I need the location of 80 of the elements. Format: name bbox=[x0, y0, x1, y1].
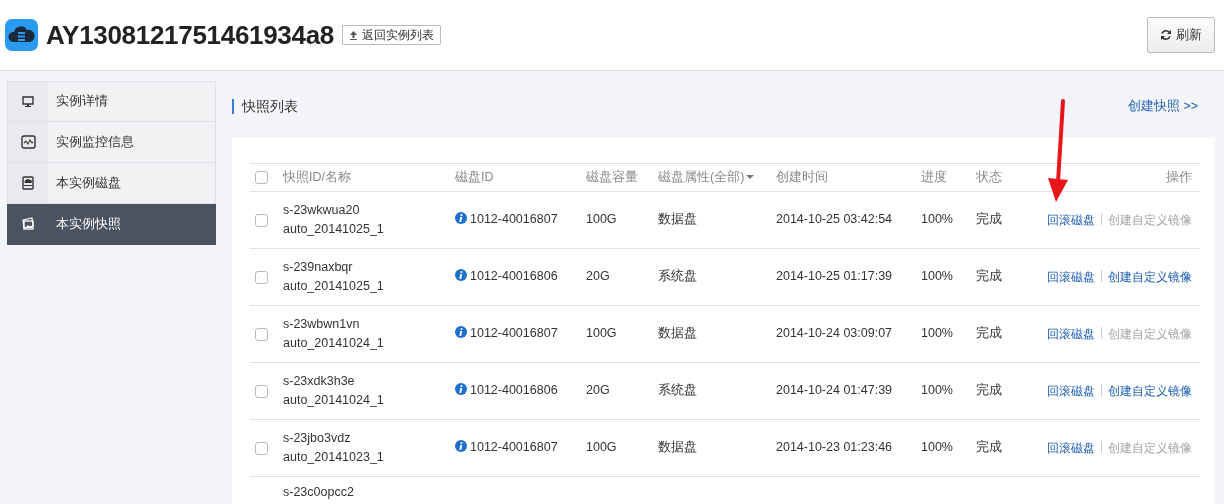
sidebar-item[interactable]: 实例详情 bbox=[7, 81, 216, 122]
table-cell: 完成 bbox=[976, 440, 1002, 455]
row-checkbox[interactable] bbox=[255, 384, 268, 398]
snapshot-name-cell-text: s-23c0opcc2 bbox=[283, 483, 355, 501]
create-image-link: 创建自定义镜像 bbox=[1108, 212, 1192, 227]
column-header: 操作 bbox=[1166, 169, 1192, 184]
table-cell: 100% bbox=[921, 383, 953, 398]
table-cell: 20G bbox=[586, 269, 610, 284]
table-cell: 2014-10-25 01:17:39 bbox=[776, 269, 893, 284]
table-cell: 20G bbox=[586, 383, 610, 398]
info-icon[interactable] bbox=[455, 326, 467, 339]
refresh-icon bbox=[1160, 29, 1172, 41]
info-icon[interactable] bbox=[455, 440, 467, 453]
column-header-dropdown[interactable]: 磁盘属性(全部) bbox=[658, 167, 755, 187]
chart-icon bbox=[20, 135, 36, 149]
column-header: 状态 bbox=[976, 169, 1002, 184]
disk-id: 1012-40016807 bbox=[470, 326, 558, 341]
table-cell: 系统盘 bbox=[658, 383, 697, 398]
rollback-link[interactable]: 回滚磁盘 bbox=[1047, 383, 1095, 398]
row-checkbox[interactable] bbox=[255, 213, 268, 227]
row-checkbox[interactable] bbox=[255, 270, 268, 284]
table-cell: 完成 bbox=[976, 383, 1002, 398]
column-header: 进度 bbox=[921, 169, 947, 184]
table-cell: 100G bbox=[586, 212, 617, 227]
table-cell: 数据盘 bbox=[658, 326, 697, 341]
snapshot-name-cell-text: s-23jbo3vdz auto_20141023_1 bbox=[283, 429, 385, 466]
row-checkbox[interactable] bbox=[255, 327, 268, 341]
create-image-link[interactable]: 创建自定义镜像 bbox=[1108, 383, 1192, 398]
back-button[interactable]: 返回实例列表 bbox=[342, 25, 441, 45]
table-cell: 100G bbox=[586, 440, 617, 455]
table-cell: 100% bbox=[921, 212, 953, 227]
snapshot-name-cell-text: s-23wkwua20 auto_20141025_1 bbox=[283, 201, 385, 238]
cloud-logo-icon bbox=[5, 19, 38, 51]
table-cell: 数据盘 bbox=[658, 212, 697, 227]
rollback-link[interactable]: 回滚磁盘 bbox=[1047, 440, 1095, 455]
column-header: 创建时间 bbox=[776, 169, 828, 184]
upload-icon bbox=[349, 30, 358, 40]
sidebar-item[interactable]: 本实例磁盘 bbox=[7, 163, 216, 204]
create-image-link: 创建自定义镜像 bbox=[1108, 326, 1192, 341]
table-cell: 100% bbox=[921, 440, 953, 455]
column-header: 磁盘容量 bbox=[586, 169, 638, 184]
disk-id: 1012-40016806 bbox=[470, 269, 558, 284]
rollback-link[interactable]: 回滚磁盘 bbox=[1047, 212, 1095, 227]
refresh-button[interactable]: 刷新 bbox=[1147, 17, 1215, 53]
disk-id: 1012-40016806 bbox=[470, 383, 558, 398]
info-icon[interactable] bbox=[455, 383, 467, 396]
table-cell: 2014-10-24 03:09:07 bbox=[776, 326, 893, 341]
table-cell: 2014-10-23 01:23:46 bbox=[776, 440, 893, 455]
disk-id: 1012-40016807 bbox=[470, 440, 558, 455]
table-cell: 100% bbox=[921, 326, 953, 341]
photos-icon bbox=[20, 217, 36, 231]
select-all-checkbox[interactable] bbox=[255, 171, 268, 185]
table-cell: 完成 bbox=[976, 326, 1002, 341]
table-cell: 系统盘 bbox=[658, 269, 697, 284]
rollback-link[interactable]: 回滚磁盘 bbox=[1047, 326, 1095, 341]
rollback-link[interactable]: 回滚磁盘 bbox=[1047, 269, 1095, 284]
table-cell: 100% bbox=[921, 269, 953, 284]
disk-id: 1012-40016807 bbox=[470, 212, 558, 227]
monitor-icon bbox=[20, 94, 36, 109]
column-header: 磁盘ID bbox=[455, 169, 494, 184]
table-cell: 2014-10-24 01:47:39 bbox=[776, 383, 893, 398]
column-header: 快照ID/名称 bbox=[283, 169, 351, 184]
create-snapshot-link[interactable]: 创建快照 >> bbox=[1127, 97, 1198, 116]
table-cell: 完成 bbox=[976, 212, 1002, 227]
table-cell: 2014-10-25 03:42:54 bbox=[776, 212, 893, 227]
table-cell: 100G bbox=[586, 326, 617, 341]
snapshot-name-cell-text: s-23wbwn1vn auto_20141024_1 bbox=[283, 315, 385, 352]
page-title: AY1308121751461934a8 bbox=[46, 18, 334, 52]
create-image-link[interactable]: 创建自定义镜像 bbox=[1108, 269, 1192, 284]
info-icon[interactable] bbox=[455, 212, 467, 225]
create-image-link: 创建自定义镜像 bbox=[1108, 440, 1192, 455]
table-cell: 完成 bbox=[976, 269, 1002, 284]
sidebar-item[interactable]: 本实例快照 bbox=[7, 204, 216, 245]
sidebar-item[interactable]: 实例监控信息 bbox=[7, 122, 216, 163]
snapshot-name-cell-text: s-239naxbqr auto_20141025_1 bbox=[283, 258, 385, 295]
row-checkbox[interactable] bbox=[255, 441, 268, 455]
table-cell: 数据盘 bbox=[658, 440, 697, 455]
section-title: 快照列表 bbox=[232, 98, 298, 114]
info-icon[interactable] bbox=[455, 269, 467, 282]
snapshot-name-cell-text: s-23xdk3h3e auto_20141024_1 bbox=[283, 372, 385, 409]
